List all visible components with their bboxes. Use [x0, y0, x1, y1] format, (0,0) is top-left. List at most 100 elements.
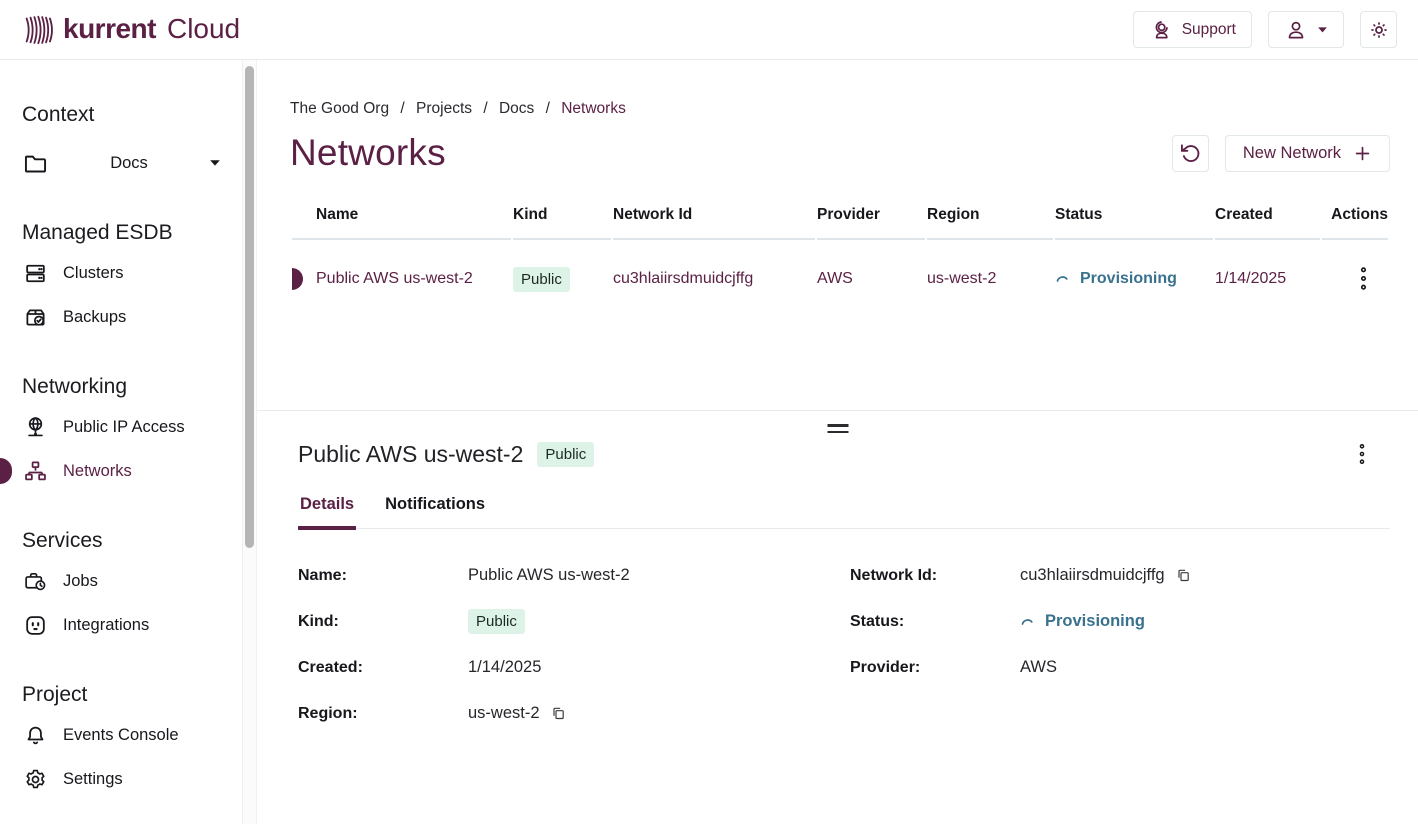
field-kind: Kind: Public [298, 609, 850, 634]
breadcrumb-project[interactable]: Docs [499, 100, 534, 117]
sidebar: Context Docs Managed ESDB Clusters [0, 60, 257, 824]
column-header-created: Created [1215, 200, 1320, 240]
field-label: Name: [298, 567, 468, 585]
field-value: AWS [1020, 658, 1057, 677]
field-created: Created: 1/14/2025 [298, 655, 850, 680]
kurrent-cloud-logo: kurrent Cloud [24, 13, 240, 47]
sidebar-heading-context: Context [22, 103, 221, 127]
logo-waves-icon [24, 13, 54, 47]
field-provider: Provider: AWS [850, 655, 1390, 680]
networks-list-section: The Good Org / Projects / Docs / Network… [257, 60, 1418, 410]
status-text: Provisioning [1045, 612, 1145, 631]
main-content: The Good Org / Projects / Docs / Network… [257, 60, 1418, 824]
created-date: 1/14/2025 [1215, 270, 1286, 287]
field-value: 1/14/2025 [468, 658, 541, 677]
kind-badge: Public [468, 609, 525, 634]
sun-icon [1368, 19, 1390, 41]
plus-icon [1353, 144, 1372, 163]
network-detail-panel: Public AWS us-west-2 Public Details Noti… [257, 410, 1418, 824]
column-header-network-id: Network Id [613, 200, 815, 240]
kind-badge: Public [537, 442, 594, 467]
breadcrumb-separator: / [483, 100, 487, 117]
spinner-icon [1020, 617, 1035, 627]
tab-details[interactable]: Details [298, 495, 356, 530]
new-network-button[interactable]: New Network [1225, 135, 1390, 172]
sidebar-item-events-console[interactable]: Events Console [22, 713, 221, 757]
project-context-selector[interactable]: Docs [22, 141, 221, 185]
sidebar-heading-project: Project [22, 683, 221, 707]
active-item-indicator [0, 458, 12, 484]
breadcrumb-org[interactable]: The Good Org [290, 100, 389, 117]
region: us-west-2 [927, 270, 996, 287]
page-title: Networks [290, 132, 446, 174]
row-actions-kebab-button[interactable] [1355, 262, 1372, 295]
breadcrumb-separator: / [400, 100, 404, 117]
sidebar-item-settings[interactable]: Settings [22, 757, 221, 801]
sidebar-item-public-ip-access[interactable]: Public IP Access [22, 405, 221, 449]
briefcase-clock-icon [22, 569, 48, 594]
spinner-icon [1055, 274, 1070, 284]
table-row[interactable]: Public AWS us-west-2 Public cu3hlaiirsdm… [292, 240, 1388, 318]
sidebar-heading-services: Services [22, 529, 221, 553]
status-text: Provisioning [1080, 270, 1177, 288]
network-id: cu3hlaiirsdmuidcjffg [613, 270, 753, 287]
sidebar-item-networks[interactable]: Networks [22, 449, 221, 493]
field-label: Created: [298, 659, 468, 677]
detail-fields: Name: Public AWS us-west-2 Kind: Public … [298, 563, 1390, 747]
power-outlet-icon [22, 613, 48, 638]
field-value: us-west-2 [468, 704, 540, 723]
networks-table: Name Kind Network Id Provider Region Sta… [290, 200, 1390, 318]
backup-box-icon [22, 305, 48, 330]
detail-tabs: Details Notifications [298, 495, 1390, 529]
project-context-value: Docs [49, 154, 209, 173]
support-button[interactable]: Support [1133, 11, 1252, 48]
user-icon [1284, 18, 1308, 42]
refresh-icon [1179, 142, 1201, 164]
sidebar-item-label: Networks [63, 462, 132, 481]
field-value: cu3hlaiirsdmuidcjffg [1020, 566, 1165, 585]
column-header-actions: Actions [1322, 200, 1388, 240]
field-region: Region: us-west-2 [298, 701, 850, 726]
breadcrumb-separator: / [546, 100, 550, 117]
field-value: Public AWS us-west-2 [468, 566, 630, 585]
sidebar-item-backups[interactable]: Backups [22, 295, 221, 339]
support-headset-icon [1149, 18, 1173, 42]
column-header-provider: Provider [817, 200, 925, 240]
user-menu-button[interactable] [1268, 11, 1344, 48]
copy-region-button[interactable] [549, 704, 568, 723]
refresh-button[interactable] [1172, 135, 1209, 172]
support-label: Support [1182, 21, 1236, 39]
field-label: Status: [850, 613, 1020, 631]
sidebar-item-label: Events Console [63, 726, 179, 745]
field-label: Provider: [850, 659, 1020, 677]
globe-icon [22, 415, 48, 440]
copy-network-id-button[interactable] [1174, 566, 1193, 585]
column-header-name: Name [292, 200, 511, 240]
sidebar-item-label: Jobs [63, 572, 98, 591]
theme-toggle-button[interactable] [1360, 11, 1397, 48]
breadcrumb: The Good Org / Projects / Docs / Network… [290, 100, 1390, 118]
panel-resize-handle[interactable] [825, 422, 850, 435]
sidebar-scrollbar-thumb[interactable] [245, 66, 254, 548]
sidebar-scrollbar[interactable] [242, 60, 257, 824]
new-network-label: New Network [1243, 144, 1341, 163]
sidebar-item-clusters[interactable]: Clusters [22, 251, 221, 295]
column-header-region: Region [927, 200, 1053, 240]
field-label: Region: [298, 705, 468, 723]
header-actions: Support [1133, 11, 1397, 48]
breadcrumb-projects[interactable]: Projects [416, 100, 472, 117]
sidebar-heading-managed-esdb: Managed ESDB [22, 221, 221, 245]
panel-actions-kebab-button[interactable] [1354, 439, 1370, 469]
logo-product: Cloud [167, 13, 240, 45]
selected-row-indicator [292, 268, 303, 290]
chevron-down-icon [209, 159, 221, 167]
network-name: Public AWS us-west-2 [316, 270, 473, 287]
provider: AWS [817, 270, 853, 287]
sidebar-item-label: Clusters [63, 264, 124, 283]
tab-notifications[interactable]: Notifications [383, 495, 487, 528]
field-label: Network Id: [850, 567, 1020, 585]
bell-icon [22, 723, 48, 748]
field-name: Name: Public AWS us-west-2 [298, 563, 850, 588]
sidebar-item-integrations[interactable]: Integrations [22, 603, 221, 647]
sidebar-item-jobs[interactable]: Jobs [22, 559, 221, 603]
